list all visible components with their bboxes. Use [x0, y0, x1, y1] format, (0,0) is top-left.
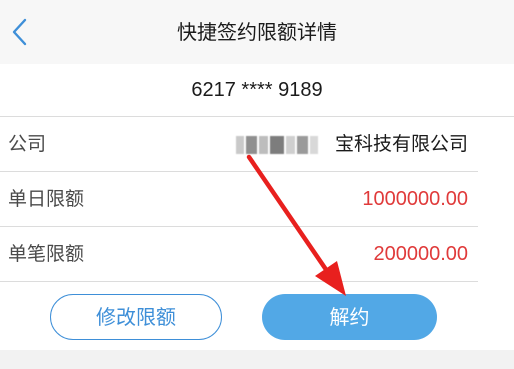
redacted-mosaic: [236, 136, 318, 154]
single-limit-row: 单笔限额 200000.00: [0, 227, 514, 281]
navigation-bar: 快捷签约限额详情: [0, 0, 514, 64]
page-title: 快捷签约限额详情: [177, 20, 337, 44]
daily-limit-value: 1000000.00: [362, 188, 468, 210]
daily-limit-row: 单日限额 1000000.00: [0, 172, 514, 226]
modify-limit-button[interactable]: 修改限额: [50, 294, 222, 340]
single-limit-label: 单笔限额: [8, 243, 85, 265]
daily-limit-label: 单日限额: [8, 188, 85, 210]
contract-detail-card: 6217 **** 9189 公司 宝科技有限公司 单日限额 1000000.0…: [0, 64, 514, 350]
divider: [0, 281, 478, 282]
single-limit-value: 200000.00: [373, 243, 468, 265]
company-label: 公司: [8, 133, 47, 155]
cancel-contract-button[interactable]: 解约: [262, 294, 437, 340]
back-button[interactable]: [2, 14, 38, 50]
company-row: 公司 宝科技有限公司: [0, 117, 514, 171]
chevron-left-icon: [12, 18, 27, 46]
company-value: 宝科技有限公司: [334, 133, 468, 155]
account-number: 6217 **** 9189: [191, 79, 323, 101]
